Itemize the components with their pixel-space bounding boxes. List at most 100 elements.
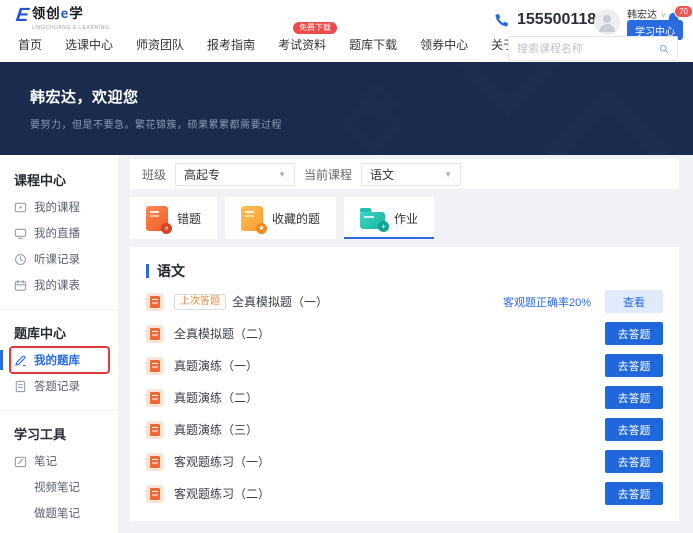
homework-title: 真题演练（一） (174, 359, 259, 373)
page: E 领创e学 LINGCHUANG E-LEARNING 首页 选课中心 师资团… (0, 0, 693, 533)
caret-down-icon: ▼ (278, 169, 287, 179)
current-course-label: 当前课程 (304, 167, 353, 182)
section-title: 题库中心 (14, 326, 67, 341)
listen-history-icon (15, 253, 26, 265)
sidebar-section-question-bank: 题库中心 我的题库 答题记录 (0, 309, 118, 406)
brand-name: 领创e学 (31, 6, 84, 21)
welcome-banner: 韩宏达，欢迎您 要努力，但是不要急。繁花锦簇，硕果累累都需要过程 (0, 62, 693, 155)
class-select[interactable]: 高起专 ▼ (175, 162, 296, 186)
avatar-person-icon (599, 15, 615, 32)
course-select[interactable]: 语文 ▼ (361, 162, 462, 186)
question-tabs: × 错题 ★ 收藏的题 + 作业 (130, 197, 679, 239)
sidebar-item-exercise-notes[interactable]: 做题笔记 (14, 505, 118, 521)
course-search (508, 36, 678, 61)
brand-logo[interactable]: E 领创e学 LINGCHUANG E-LEARNING (14, 5, 110, 35)
sidebar-item-answer-record[interactable]: 答题记录 (14, 378, 118, 394)
paper-icon (146, 324, 164, 343)
nav-home[interactable]: 首页 (18, 36, 42, 53)
homework-row: 真题演练（二） 去答题 (146, 386, 663, 409)
last-answered-badge: 上次答题 (174, 293, 226, 310)
tab-homework[interactable]: + 作业 (344, 197, 435, 239)
paper-icon (146, 484, 164, 503)
section-title: 课程中心 (14, 173, 67, 188)
homework-row: 客观题练习（二） 去答题 (146, 482, 663, 505)
answer-button[interactable]: 去答题 (605, 450, 663, 473)
homework-title: 客观题练习（一） (174, 455, 271, 469)
homework-icon: + (360, 208, 390, 232)
homework-title: 真题演练（二） (174, 391, 259, 405)
nav-teachers[interactable]: 师资团队 (136, 36, 184, 53)
star-badge-icon: ★ (256, 222, 268, 234)
sidebar-section-courses: 课程中心 我的课程 我的直播 听课记录 我的课表 (0, 157, 118, 305)
homework-title: 全真模拟题（一） (232, 295, 329, 309)
search-input[interactable] (517, 42, 659, 55)
header: E 领创e学 LINGCHUANG E-LEARNING 首页 选课中心 师资团… (0, 0, 693, 62)
sidebar-item-my-schedule[interactable]: 我的课表 (14, 277, 118, 293)
homework-row: 全真模拟题（二） 去答题 (146, 322, 663, 345)
homework-list-card: 语文 上次答题 全真模拟题（一） 客观题正确率20% 查看 全真模拟题（二） 去… (130, 247, 679, 521)
nav-question-bank-download[interactable]: 题库下载 (349, 36, 397, 53)
my-live-icon (14, 228, 27, 239)
nav-course-center[interactable]: 选课中心 (65, 36, 113, 53)
answer-button[interactable]: 去答题 (605, 322, 663, 345)
homework-title: 全真模拟题（二） (174, 327, 271, 341)
my-schedule-icon (14, 279, 27, 291)
sidebar-section-study-tools: 学习工具 笔记 视频笔记 做题笔记 ? 提问 (0, 410, 118, 533)
section-title: 学习工具 (14, 427, 67, 442)
user-name[interactable]: 韩宏达 ˅ (627, 6, 666, 21)
subject-accent-bar (146, 264, 149, 278)
notification-bell[interactable]: 70 (665, 5, 693, 32)
brand-tagline: LINGCHUANG E-LEARNING (31, 25, 110, 31)
homework-row: 真题演练（一） 去答题 (146, 354, 663, 377)
notes-icon (14, 456, 27, 467)
accuracy-stat: 客观题正确率20% (502, 296, 591, 309)
answer-button[interactable]: 去答题 (605, 354, 663, 377)
homework-title: 客观题练习（二） (174, 487, 271, 501)
nav-exam-materials[interactable]: 考试资料 免费下载 (278, 22, 338, 53)
homework-row: 上次答题 全真模拟题（一） 客观题正确率20% 查看 (146, 290, 663, 313)
search-icon[interactable] (659, 42, 669, 56)
homework-title: 真题演练（三） (174, 423, 259, 437)
answer-button[interactable]: 去答题 (605, 386, 663, 409)
paper-icon (146, 388, 164, 407)
view-button[interactable]: 查看 (605, 290, 663, 313)
phone-icon (495, 13, 509, 27)
main-content: 班级 高起专 ▼ 当前课程 语文 ▼ × 错题 ★ 收藏的题 + 作业 语文 上… (118, 155, 693, 533)
sidebar-item-video-notes[interactable]: 视频笔记 (14, 479, 118, 495)
homework-row: 客观题练习（一） 去答题 (146, 450, 663, 473)
user-area: 韩宏达 ˅ 学习中心 (594, 5, 683, 40)
x-badge-icon: × (161, 222, 172, 234)
wrong-questions-icon: × (146, 205, 172, 234)
sidebar: 课程中心 我的课程 我的直播 听课记录 我的课表 题库中心 我的题库 答题记录 … (0, 155, 118, 533)
paper-icon (146, 292, 164, 311)
sidebar-item-notes[interactable]: 笔记 (14, 453, 118, 469)
caret-down-icon: ▼ (444, 169, 453, 179)
subject-heading: 语文 (146, 261, 663, 281)
free-download-badge: 免费下载 (293, 22, 338, 34)
body: 课程中心 我的课程 我的直播 听课记录 我的课表 题库中心 我的题库 答题记录 … (0, 155, 693, 533)
logo-e-icon: E (14, 5, 31, 26)
sidebar-item-my-courses[interactable]: 我的课程 (14, 199, 118, 215)
class-label: 班级 (142, 167, 167, 182)
homework-row: 真题演练（三） 去答题 (146, 418, 663, 441)
avatar[interactable] (594, 9, 620, 35)
tab-favorite-questions[interactable]: ★ 收藏的题 (225, 197, 337, 239)
answer-record-icon (15, 380, 26, 392)
sidebar-item-my-question-bank[interactable]: 我的题库 (0, 346, 118, 374)
tab-wrong-questions[interactable]: × 错题 (130, 197, 218, 239)
notification-count-badge: 70 (674, 5, 693, 18)
sidebar-item-listen-history[interactable]: 听课记录 (14, 251, 118, 267)
filter-bar: 班级 高起专 ▼ 当前课程 语文 ▼ (130, 159, 679, 189)
paper-icon (146, 452, 164, 471)
answer-button[interactable]: 去答题 (605, 418, 663, 441)
nav-coupon-center[interactable]: 领券中心 (420, 36, 468, 53)
plus-badge-icon: + (378, 221, 390, 232)
paper-icon (146, 356, 164, 375)
answer-button[interactable]: 去答题 (605, 482, 663, 505)
my-courses-icon (14, 202, 27, 212)
my-question-bank-icon (15, 355, 26, 366)
nav-exam-guide[interactable]: 报考指南 (207, 36, 255, 53)
sidebar-item-my-live[interactable]: 我的直播 (14, 225, 118, 241)
paper-icon (146, 420, 164, 439)
active-indicator-bar (0, 350, 3, 370)
